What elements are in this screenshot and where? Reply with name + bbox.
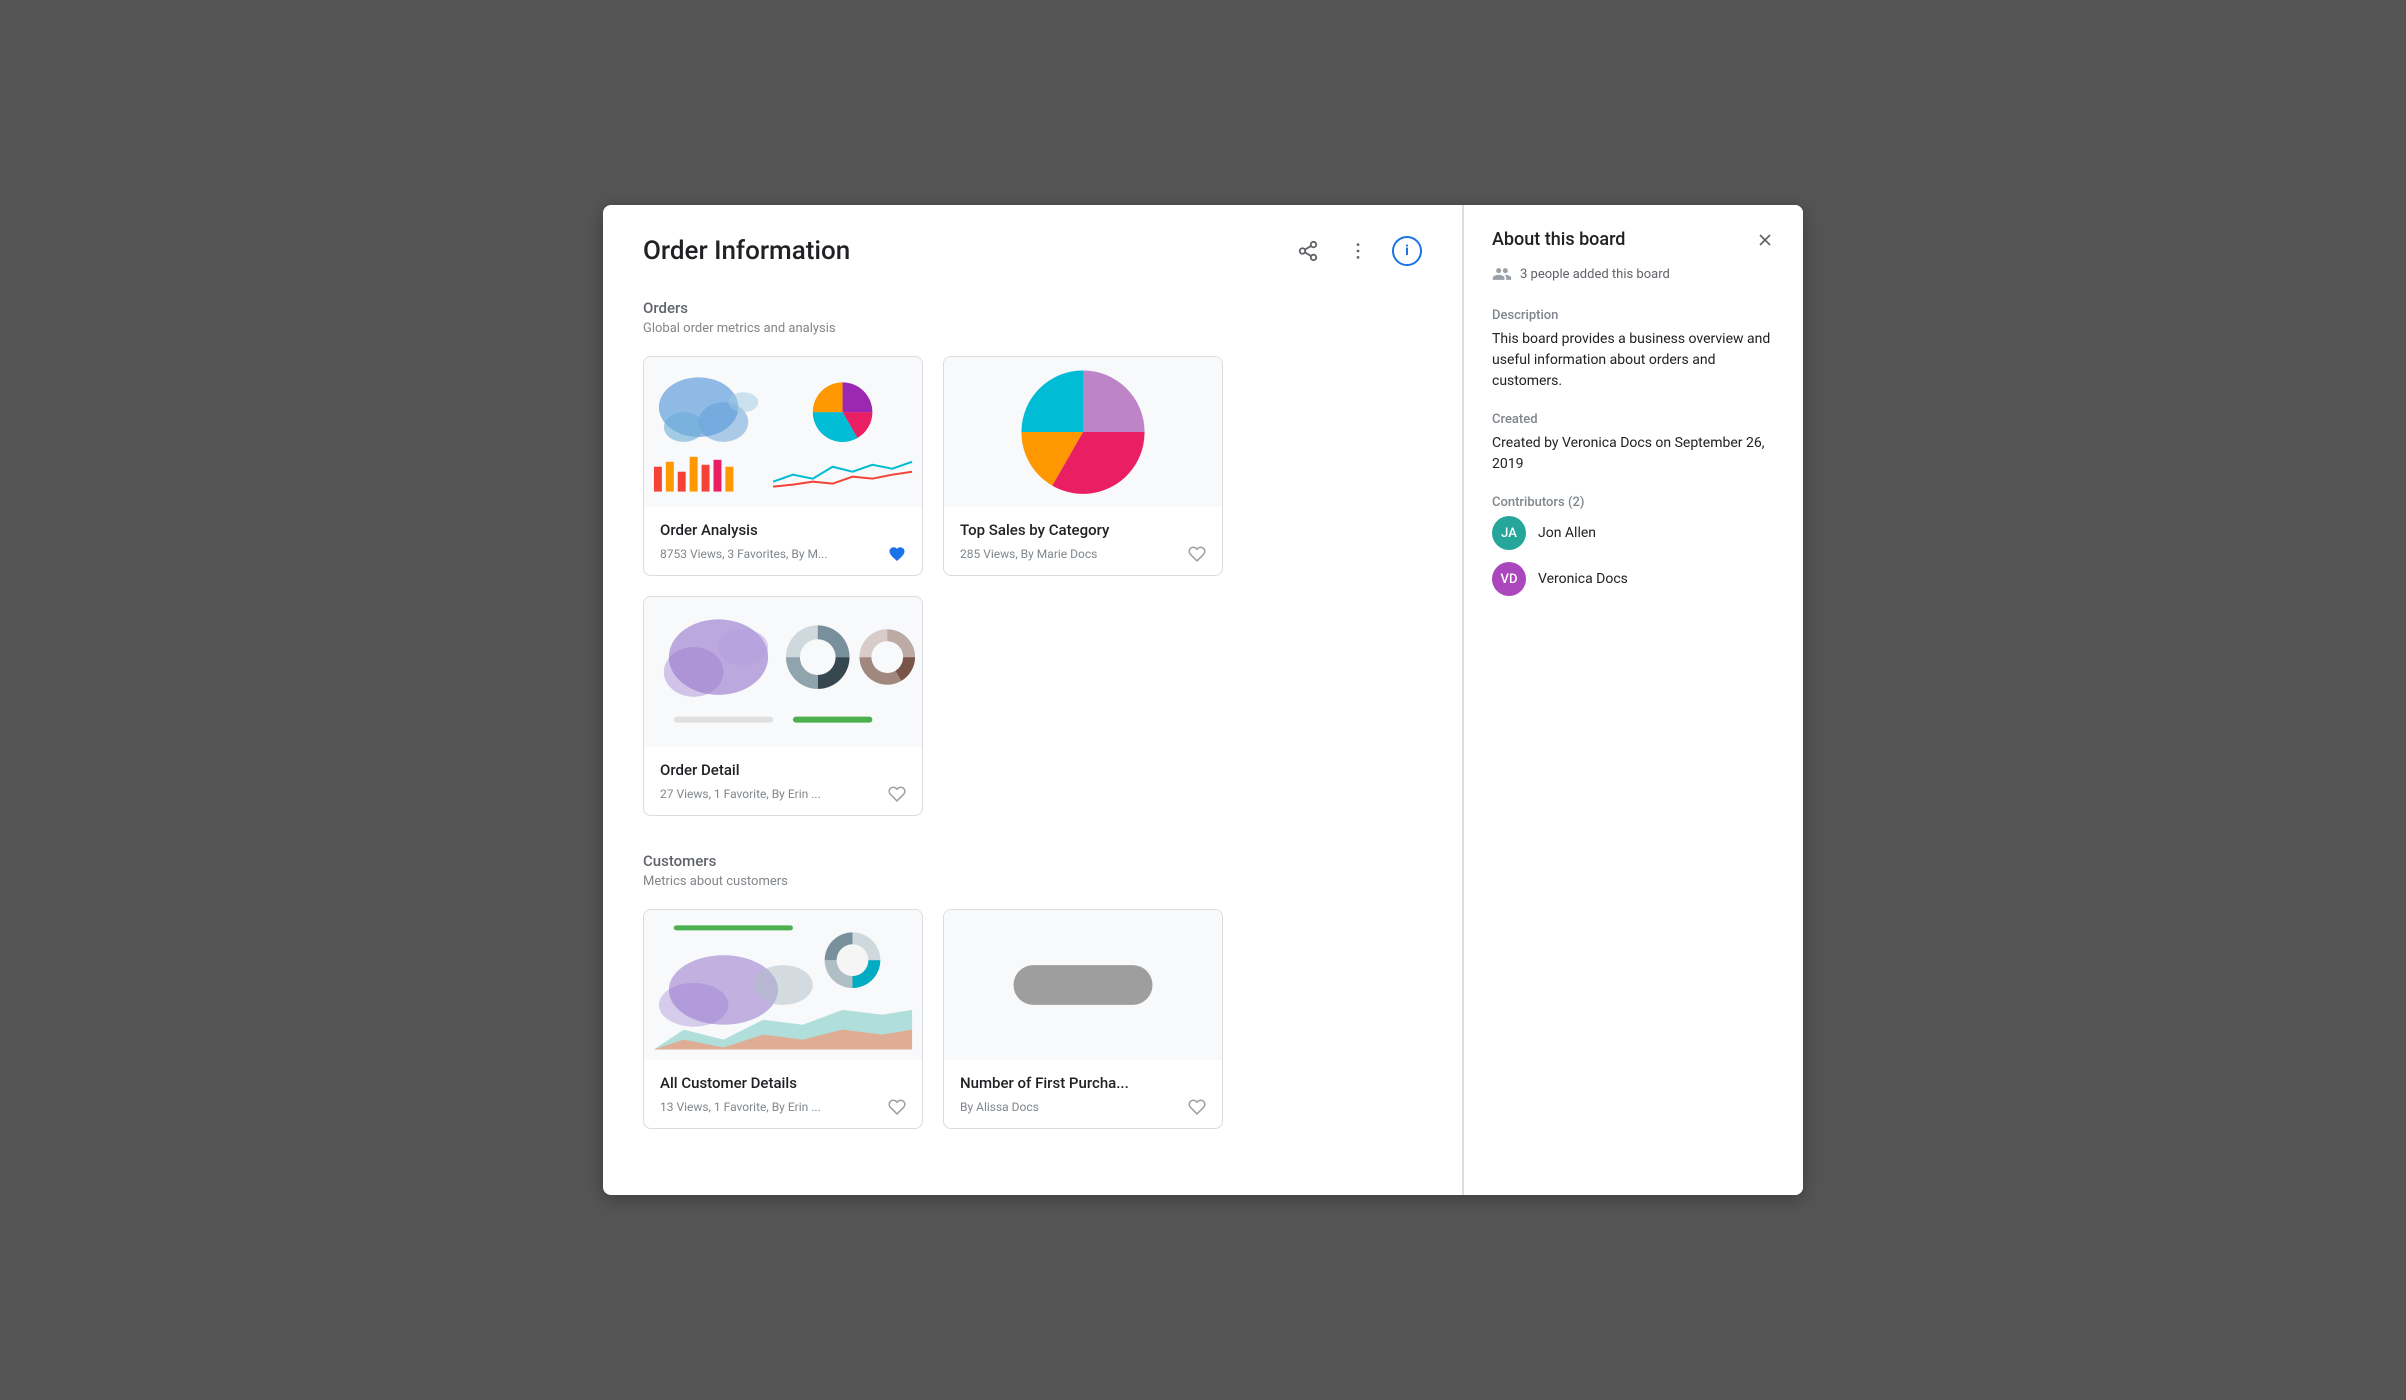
more-options-button[interactable]: [1342, 235, 1374, 267]
contributor-name-veronica-docs: Veronica Docs: [1538, 571, 1628, 587]
favorite-button-number-first-purchase[interactable]: [1188, 1098, 1206, 1116]
card-thumbnail-top-sales: [944, 357, 1222, 507]
card-thumbnail-all-customer-details: [644, 910, 922, 1060]
people-count: 3 people added this board: [1492, 264, 1775, 284]
contributor-veronica-docs: VD Veronica Docs: [1492, 562, 1775, 596]
card-title-number-first-purchase: Number of First Purcha...: [960, 1074, 1206, 1092]
close-panel-button[interactable]: [1755, 230, 1775, 250]
created-section: Created Created by Veronica Docs on Sept…: [1492, 412, 1775, 475]
created-label: Created: [1492, 412, 1775, 427]
card-body-all-customer-details: All Customer Details 13 Views, 1 Favorit…: [644, 1060, 922, 1128]
card-meta-top-sales: 285 Views, By Marie Docs: [960, 545, 1206, 563]
created-text: Created by Veronica Docs on September 26…: [1492, 433, 1775, 475]
favorite-button-order-detail[interactable]: [888, 785, 906, 803]
card-top-sales[interactable]: Top Sales by Category 285 Views, By Mari…: [943, 356, 1223, 576]
card-meta-order-analysis: 8753 Views, 3 Favorites, By M...: [660, 545, 906, 563]
avatar-veronica-docs: VD: [1492, 562, 1526, 596]
card-meta-text-order-detail: 27 Views, 1 Favorite, By Erin ...: [660, 787, 821, 801]
about-panel: About this board 3 people added this boa…: [1463, 205, 1803, 1195]
contributor-jon-allen: JA Jon Allen: [1492, 516, 1775, 550]
about-panel-header: About this board: [1492, 229, 1775, 250]
about-panel-title: About this board: [1492, 229, 1625, 250]
card-meta-order-detail: 27 Views, 1 Favorite, By Erin ...: [660, 785, 906, 803]
card-body-order-analysis: Order Analysis 8753 Views, 3 Favorites, …: [644, 507, 922, 575]
card-number-first-purchase[interactable]: Number of First Purcha... By Alissa Docs: [943, 909, 1223, 1129]
contributor-name-jon-allen: Jon Allen: [1538, 525, 1596, 541]
card-title-top-sales: Top Sales by Category: [960, 521, 1206, 539]
card-all-customer-details[interactable]: All Customer Details 13 Views, 1 Favorit…: [643, 909, 923, 1129]
page-title: Order Information: [643, 236, 850, 266]
orders-section-subtitle: Global order metrics and analysis: [643, 321, 1422, 336]
main-panel: Order Information i Orders Glob: [603, 205, 1462, 1195]
card-body-top-sales: Top Sales by Category 285 Views, By Mari…: [944, 507, 1222, 575]
customers-cards-grid: All Customer Details 13 Views, 1 Favorit…: [643, 909, 1422, 1129]
people-count-text: 3 people added this board: [1520, 267, 1670, 282]
description-section: Description This board provides a busine…: [1492, 308, 1775, 392]
card-title-order-analysis: Order Analysis: [660, 521, 906, 539]
customers-section-subtitle: Metrics about customers: [643, 874, 1422, 889]
description-text: This board provides a business overview …: [1492, 329, 1775, 392]
description-label: Description: [1492, 308, 1775, 323]
card-title-order-detail: Order Detail: [660, 761, 906, 779]
info-button[interactable]: i: [1392, 236, 1422, 266]
header-actions: i: [1292, 235, 1422, 267]
card-meta-text-order-analysis: 8753 Views, 3 Favorites, By M...: [660, 547, 828, 561]
card-thumbnail-order-detail: [644, 597, 922, 747]
avatar-jon-allen: JA: [1492, 516, 1526, 550]
customers-section: Customers Metrics about customers: [643, 852, 1422, 1129]
card-thumbnail-order-analysis: [644, 357, 922, 507]
card-meta-text-number-first-purchase: By Alissa Docs: [960, 1100, 1039, 1114]
card-meta-all-customer-details: 13 Views, 1 Favorite, By Erin ...: [660, 1098, 906, 1116]
card-body-order-detail: Order Detail 27 Views, 1 Favorite, By Er…: [644, 747, 922, 815]
card-meta-number-first-purchase: By Alissa Docs: [960, 1098, 1206, 1116]
favorite-button-all-customer-details[interactable]: [888, 1098, 906, 1116]
favorite-button-order-analysis[interactable]: [888, 545, 906, 563]
favorite-button-top-sales[interactable]: [1188, 545, 1206, 563]
card-thumbnail-number-first-purchase: [944, 910, 1222, 1060]
orders-cards-grid: Order Analysis 8753 Views, 3 Favorites, …: [643, 356, 1422, 816]
card-order-analysis[interactable]: Order Analysis 8753 Views, 3 Favorites, …: [643, 356, 923, 576]
card-body-number-first-purchase: Number of First Purcha... By Alissa Docs: [944, 1060, 1222, 1128]
share-button[interactable]: [1292, 235, 1324, 267]
page-header: Order Information i: [643, 235, 1422, 267]
orders-section-title: Orders: [643, 299, 1422, 317]
card-meta-text-top-sales: 285 Views, By Marie Docs: [960, 547, 1097, 561]
card-meta-text-all-customer-details: 13 Views, 1 Favorite, By Erin ...: [660, 1100, 821, 1114]
contributors-section: Contributors (2) JA Jon Allen VD Veronic…: [1492, 495, 1775, 596]
orders-section: Orders Global order metrics and analysis: [643, 299, 1422, 816]
card-order-detail[interactable]: Order Detail 27 Views, 1 Favorite, By Er…: [643, 596, 923, 816]
customers-section-title: Customers: [643, 852, 1422, 870]
people-icon: [1492, 264, 1512, 284]
contributors-label: Contributors (2): [1492, 495, 1775, 510]
card-title-all-customer-details: All Customer Details: [660, 1074, 906, 1092]
